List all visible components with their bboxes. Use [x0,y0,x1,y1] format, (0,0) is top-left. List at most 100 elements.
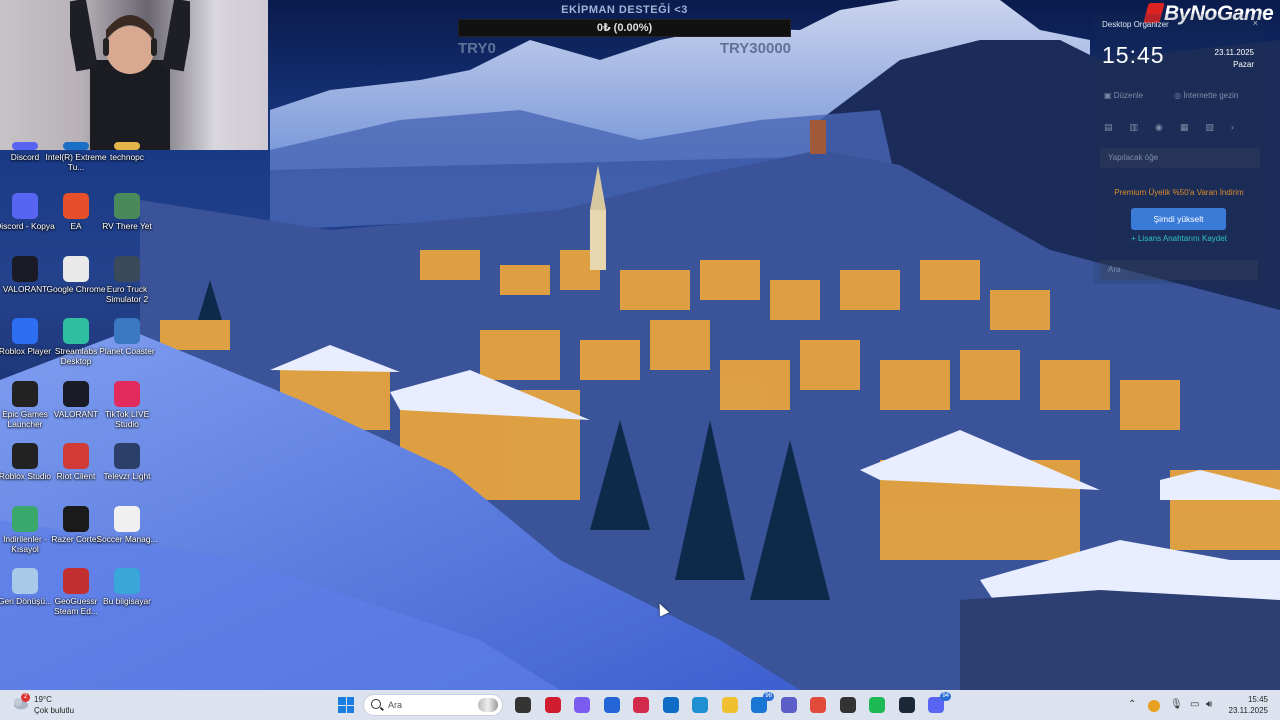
ea-icon [63,193,89,219]
chrome-icon [63,256,89,282]
start-button[interactable] [338,697,354,713]
epic-games-icon [12,381,38,407]
desktop-icon[interactable]: Bu bilgisayar [96,568,158,606]
upgrade-button[interactable]: Şimdi yükselt [1131,208,1226,230]
valorant-icon [12,256,38,282]
organizer-date: 23.11.2025 [1214,48,1254,57]
image-icon[interactable]: ▥ [1130,122,1139,133]
copilot-icon[interactable] [574,697,590,713]
desktop-icon-label: Televzr Light [103,471,151,481]
mail-icon[interactable]: 98 [751,692,774,713]
taskbar-clock[interactable]: 15:45 23.11.2025 [1229,694,1268,716]
organizer-day: Pazar [1233,60,1254,69]
desktop-icon[interactable]: Soccer Manag... [96,506,158,544]
spotify-icon[interactable] [869,697,885,713]
planet-coaster-icon [114,318,140,344]
desktop-icon[interactable]: Televzr Light [96,443,158,481]
organizer-title: Desktop Organizer [1102,20,1169,29]
chrome-icon[interactable] [810,697,826,713]
chevron-right-icon[interactable]: › [1231,122,1234,133]
desktop-organizer-widget: Desktop Organizer × 15:45 23.11.2025 Paz… [1094,14,1264,284]
task-view-icon[interactable] [515,697,531,713]
todo-input[interactable]: Yapılacak öğe [1100,148,1260,168]
notification-badge: 94 [940,692,951,701]
folder-icon [114,142,140,150]
tiktok-icon [114,381,140,407]
desktop-icon-label: technopc [110,152,144,162]
taskbar: 2 19°C Çok bulutlu Ara 98 94 ⌃ 🎙︎ ▭ 🔊︎ 15… [0,690,1280,720]
geoguessr-icon [63,568,89,594]
clock-time: 15:45 [1247,695,1268,704]
premium-offer-text: Premium Üyelik %50'a Varan İndirim [1114,188,1244,197]
organizer-search-input[interactable]: Ara [1100,260,1258,280]
organizer-toolbar: ▤ ▥ ◉ ▦ ▧ › [1104,122,1234,133]
rv-game-icon [114,193,140,219]
webcam-overlay [0,0,268,150]
desktop-icon-label: Planet Coaster [99,346,155,356]
desktop-icon[interactable]: Euro Truck Simulator 2 [96,256,158,304]
opera-gx-icon[interactable] [544,697,561,713]
organizer-web-button[interactable]: ◎ İnternette gezin [1174,91,1238,100]
roblox-icon [12,318,38,344]
streamlabs-icon [63,318,89,344]
globe-icon: ◎ [1174,91,1184,100]
weather-desc: Çok bulutlu [34,706,75,715]
eye-icon[interactable]: ◉ [1155,122,1163,133]
desktop-icon[interactable]: technopc [96,142,158,162]
desktop-icon[interactable]: Planet Coaster [96,318,158,356]
steam-icon[interactable] [898,697,915,713]
search-highlight-icon [478,698,498,712]
notification-badge: 98 [763,692,774,701]
streamer-figure [70,0,190,150]
organizer-close-icon[interactable]: × [1253,18,1258,28]
store-icon[interactable] [603,697,620,713]
trash-icon[interactable]: ▤ [1104,122,1113,133]
weather-widget[interactable]: 2 19°C Çok bulutlu [12,693,75,716]
desktop-icon[interactable]: RV There Yet [96,193,158,231]
save-license-link[interactable]: + Lisans Anahtarını Kaydet [1094,234,1264,243]
truck-icon [114,256,140,282]
organizer-edit-label: Düzenle [1113,91,1144,100]
roblox-studio-icon [12,443,38,469]
soccer-manager-icon [114,506,140,532]
donation-title: EKİPMAN DESTEĞİ <3 [561,4,688,16]
volume-icon[interactable]: 🔊︎ [1206,699,1212,710]
televzr-icon [114,443,140,469]
clock-date: 23.11.2025 [1228,706,1268,715]
opera-icon[interactable] [633,697,649,713]
taskbar-search-placeholder: Ara [388,700,403,710]
donation-min-label: TRY0 [458,40,496,57]
taskbar-search-input[interactable]: Ara [363,694,503,716]
organizer-web-label: İnternette gezin [1183,91,1239,100]
outlook-icon[interactable] [662,697,679,713]
teams-icon[interactable] [780,697,797,713]
intel-icon [63,142,89,150]
organizer-date-block: 23.11.2025 Pazar [1215,47,1254,71]
desktop-icon[interactable]: TikTok LIVE Studio [96,381,158,429]
desktop-icon-label: Euro Truck Simulator 2 [105,284,149,304]
valorant-icon [63,381,89,407]
edge-icon[interactable] [692,697,708,713]
file-explorer-icon[interactable] [721,697,738,713]
app-icon[interactable] [839,697,856,713]
display-icon[interactable]: ▭ [1190,699,1199,710]
discord-icon [12,142,38,150]
razer-icon [63,506,89,532]
organizer-search-placeholder: Ara [1108,265,1121,274]
organizer-edit-button[interactable]: ▣ Düzenle [1104,91,1143,100]
chevron-up-icon[interactable]: ⌃ [1128,699,1136,710]
desktop-icon-label: Bu bilgisayar [103,596,151,606]
notes-icon[interactable]: ▧ [1205,122,1214,133]
discord-icon[interactable]: 94 [928,692,951,713]
desktop-icon-label: Soccer Manag... [96,534,158,544]
app-tray-icon[interactable] [1148,700,1160,712]
donation-max-label: TRY30000 [719,40,791,57]
desktop-icon-label: TikTok LIVE Studio [104,409,150,429]
recycle-bin-icon [12,568,38,594]
donation-goal-widget: EKİPMAN DESTEĞİ <3 0₺ (0.00%) TRY0 TRY30… [458,4,791,57]
download-folder-icon [12,506,38,532]
weather-alert-badge: 2 [21,693,30,702]
calculator-icon[interactable]: ▦ [1180,122,1189,133]
microphone-icon[interactable]: 🎙︎ [1170,699,1183,710]
edit-icon: ▣ [1104,91,1114,100]
